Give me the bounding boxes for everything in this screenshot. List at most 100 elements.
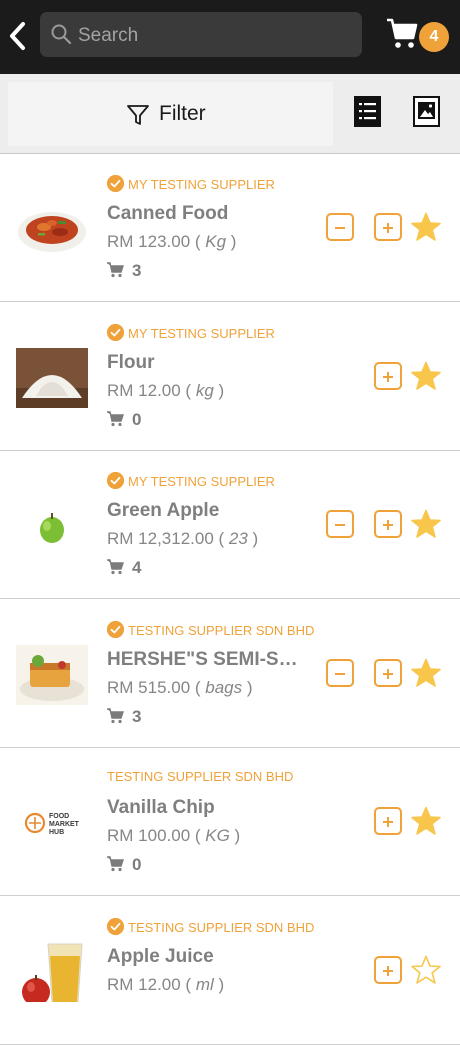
logo-text-line-3: HUB [49, 829, 64, 836]
cart-quantity: 4 [107, 558, 141, 578]
price-unit: Kg [205, 232, 227, 251]
price-value: RM 123.00 ( [107, 232, 206, 251]
supplier-label: MY TESTING SUPPLIER [128, 177, 275, 192]
product-price: RM 12.00 ( ml ) [107, 975, 224, 995]
verified-check-icon [107, 175, 124, 192]
price-close: ) [229, 826, 241, 845]
product-name[interactable]: Apple Juice [107, 946, 214, 968]
decrease-button[interactable] [326, 213, 354, 241]
cart-quantity: 3 [107, 261, 141, 281]
increase-button[interactable] [374, 659, 402, 687]
price-unit: 23 [228, 529, 248, 548]
price-close: ) [213, 975, 225, 994]
favorite-star-icon[interactable] [411, 212, 441, 242]
list-item[interactable]: TESTING SUPPLIER SDN BHD HERSHE"S SEMI-SW… [0, 599, 460, 748]
verified-check-icon [107, 918, 124, 935]
price-unit: ml [195, 975, 214, 994]
increase-button[interactable] [374, 956, 402, 984]
cart-quantity-value: 3 [132, 261, 142, 280]
cart-count-icon [107, 411, 124, 427]
product-price: RM 12.00 ( kg ) [107, 381, 224, 401]
product-image[interactable] [16, 496, 88, 556]
cart-quantity-value: 0 [132, 855, 142, 874]
supplier-label: MY TESTING SUPPLIER [128, 326, 275, 341]
verified-check-icon [107, 621, 124, 638]
product-name[interactable]: Vanilla Chip [107, 797, 215, 819]
search-input[interactable] [76, 12, 350, 59]
supplier-label: TESTING SUPPLIER SDN BHD [107, 769, 294, 784]
cart-quantity-value: 4 [132, 558, 142, 577]
supplier-name: TESTING SUPPLIER SDN BHD [107, 621, 314, 638]
cart-quantity: 3 [107, 707, 141, 727]
price-close: ) [213, 381, 225, 400]
logo-text-line-1: FOOD [49, 813, 69, 820]
supplier-label: TESTING SUPPLIER SDN BHD [128, 623, 315, 638]
list-item[interactable]: MY TESTING SUPPLIER Green Apple RM 12,312.… [0, 450, 460, 599]
product-price: RM 12,312.00 ( 23 ) [107, 529, 258, 549]
favorite-star-icon[interactable] [411, 361, 441, 391]
product-image[interactable] [16, 645, 88, 705]
product-price: RM 515.00 ( bags ) [107, 678, 253, 698]
list-item[interactable]: MY TESTING SUPPLIER Canned Food RM 123.00 … [0, 153, 460, 302]
price-unit: KG [205, 826, 230, 845]
favorite-star-icon[interactable] [411, 658, 441, 688]
product-price: RM 100.00 ( KG ) [107, 826, 240, 846]
verified-check-icon [107, 472, 124, 489]
back-icon[interactable] [6, 18, 30, 54]
increase-button[interactable] [374, 807, 402, 835]
cart-count-icon [107, 856, 124, 872]
favorite-star-icon[interactable] [411, 955, 441, 985]
product-image[interactable] [16, 942, 88, 1006]
product-image[interactable]: FOOD MARKET HUB [16, 793, 88, 853]
product-image[interactable] [16, 348, 88, 408]
supplier-label: MY TESTING SUPPLIER [128, 474, 275, 489]
list-item[interactable]: FOOD MARKET HUB TESTING SUPPLIER SDN BHD Van… [0, 747, 460, 896]
price-unit: kg [195, 381, 214, 400]
supplier-name: TESTING SUPPLIER SDN BHD [107, 918, 314, 935]
cart-icon[interactable] [386, 16, 418, 50]
price-value: RM 12,312.00 ( [107, 529, 229, 548]
decrease-button[interactable] [326, 510, 354, 538]
favorite-star-icon[interactable] [411, 509, 441, 539]
search-bar[interactable] [40, 12, 362, 59]
increase-button[interactable] [374, 510, 402, 538]
cart-quantity: 0 [107, 410, 141, 430]
supplier-name: MY TESTING SUPPLIER [107, 324, 275, 341]
filter-bar: Filter [0, 74, 460, 154]
verified-check-icon [107, 324, 124, 341]
list-view-icon[interactable] [354, 96, 381, 127]
price-close: ) [242, 678, 253, 697]
price-value: RM 100.00 ( [107, 826, 206, 845]
cart-quantity: 0 [107, 855, 141, 875]
logo-text-line-2: MARKET [49, 821, 80, 828]
price-close: ) [226, 232, 237, 251]
cart-quantity-value: 3 [132, 707, 142, 726]
increase-button[interactable] [374, 362, 402, 390]
product-name[interactable]: HERSHE"S SEMI-SW... [107, 649, 307, 671]
top-bar: 4 [0, 0, 460, 74]
favorite-star-icon[interactable] [411, 806, 441, 836]
product-name[interactable]: Flour [107, 352, 155, 374]
price-value: RM 12.00 ( [107, 381, 196, 400]
supplier-name: MY TESTING SUPPLIER [107, 472, 275, 489]
price-close: ) [247, 529, 259, 548]
increase-button[interactable] [374, 213, 402, 241]
product-image[interactable] [16, 199, 88, 259]
price-unit: bags [205, 678, 243, 697]
cart-count-badge: 4 [419, 22, 449, 52]
list-item[interactable]: MY TESTING SUPPLIER Flour RM 12.00 ( kg ) 0 [0, 302, 460, 451]
filter-icon [127, 105, 149, 125]
decrease-button[interactable] [326, 659, 354, 687]
search-icon [51, 24, 72, 45]
product-name[interactable]: Canned Food [107, 203, 228, 225]
price-value: RM 12.00 ( [107, 975, 196, 994]
list-item[interactable]: TESTING SUPPLIER SDN BHD Apple Juice RM 12… [0, 896, 460, 1045]
grid-view-icon[interactable] [413, 96, 440, 127]
supplier-name: MY TESTING SUPPLIER [107, 175, 275, 192]
supplier-label: TESTING SUPPLIER SDN BHD [128, 920, 315, 935]
cart-count-icon [107, 262, 124, 278]
product-name[interactable]: Green Apple [107, 500, 219, 522]
product-price: RM 123.00 ( Kg ) [107, 232, 236, 252]
cart-count-icon [107, 559, 124, 575]
cart-quantity-value: 0 [132, 410, 142, 429]
